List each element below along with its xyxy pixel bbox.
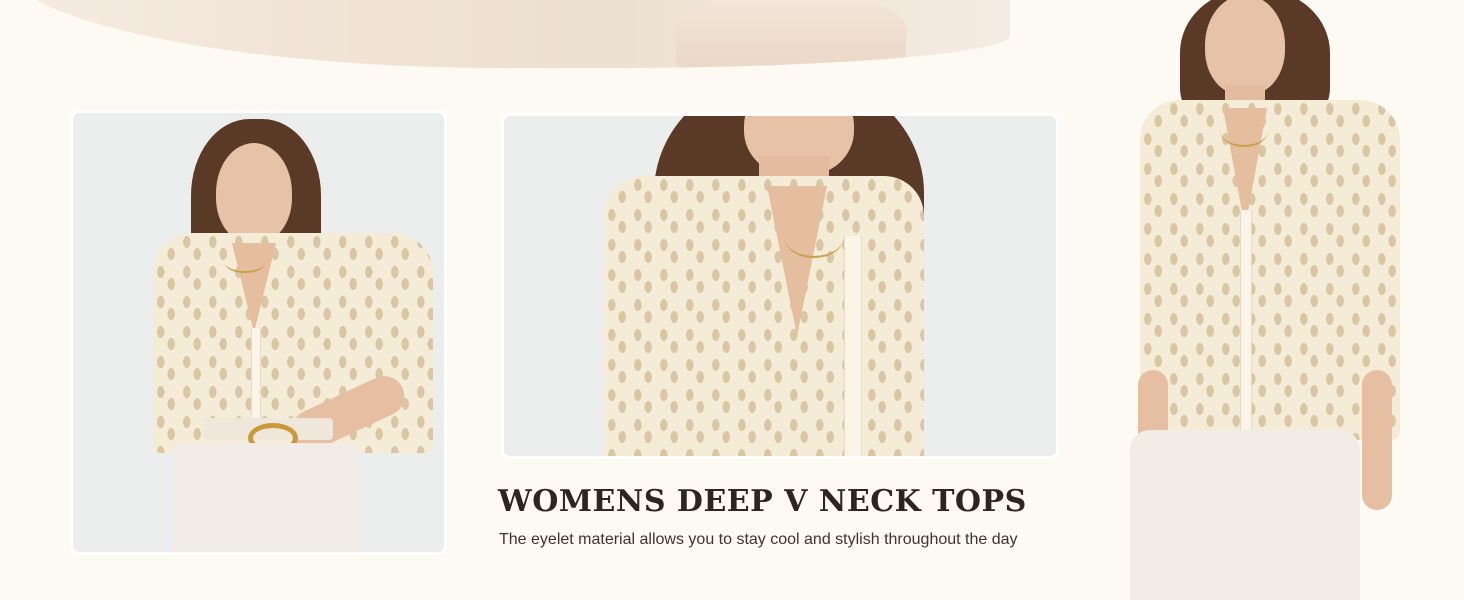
banner-arm-detail — [676, 0, 906, 68]
photo-left — [73, 113, 444, 552]
pants — [1130, 430, 1360, 600]
blouse — [1140, 100, 1400, 440]
photo-middle — [504, 116, 1056, 456]
product-description: The eyelet material allows you to stay c… — [499, 531, 1018, 548]
blouse — [604, 176, 924, 456]
v-neckline — [767, 186, 827, 336]
product-heading: WOMENS DEEP V NECK TOPS — [498, 484, 1027, 519]
necklace — [225, 253, 265, 273]
button-placket — [844, 236, 862, 456]
button-placket — [1240, 210, 1252, 430]
necklace — [784, 216, 844, 258]
pants — [173, 443, 358, 552]
photo-right — [1100, 0, 1464, 600]
face — [216, 143, 292, 243]
top-banner-image — [0, 0, 1010, 68]
necklace — [1220, 115, 1268, 147]
face — [1205, 0, 1285, 95]
right-arm — [1362, 370, 1392, 510]
